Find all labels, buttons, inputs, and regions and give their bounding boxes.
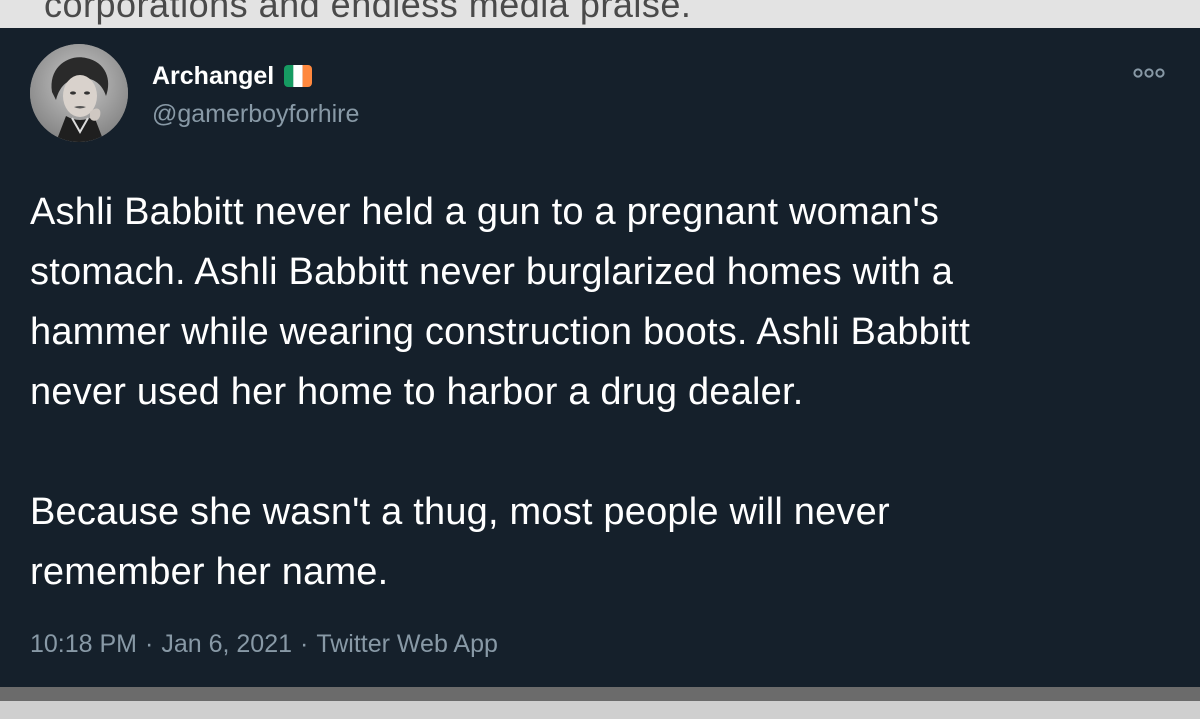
tweet-body-line: hammer while wearing construction boots.… xyxy=(30,311,971,353)
tweet-body-line: Ashli Babbitt never held a gun to a preg… xyxy=(30,191,940,233)
avatar-portrait-icon xyxy=(30,44,128,142)
author-name-row[interactable]: Archangel xyxy=(152,58,313,94)
tweet-date[interactable]: Jan 6, 2021 xyxy=(161,630,292,658)
background-divider xyxy=(0,687,1200,701)
more-options-icon[interactable] xyxy=(1128,60,1170,86)
tweet-meta: 10:18 PM · Jan 6, 2021 · Twitter Web App xyxy=(30,630,498,659)
tweet-source[interactable]: Twitter Web App xyxy=(316,630,498,658)
background-text-fragment: corporations and endless media praise. xyxy=(44,0,692,25)
meta-separator: · xyxy=(145,630,154,658)
meta-separator: · xyxy=(300,630,309,658)
tweet-body-line: stomach. Ashli Babbitt never burglarized… xyxy=(30,251,954,293)
avatar[interactable] xyxy=(30,44,128,142)
tweet-body-line: Because she wasn't a thug, most people w… xyxy=(30,491,890,533)
tweet-body-line: remember her name. xyxy=(30,551,389,593)
ireland-flag-icon xyxy=(284,65,313,87)
author-handle[interactable]: @gamerboyforhire xyxy=(152,100,359,129)
tweet-time[interactable]: 10:18 PM xyxy=(30,630,137,658)
tweet-body: Ashli Babbitt never held a gun to a preg… xyxy=(30,182,1180,602)
tweet-body-line: never used her home to harbor a drug dea… xyxy=(30,371,804,413)
background-page-fragment: corporations and endless media praise. xyxy=(0,0,1200,28)
display-name[interactable]: Archangel xyxy=(152,62,274,91)
background-page-fragment-bottom xyxy=(0,687,1200,719)
